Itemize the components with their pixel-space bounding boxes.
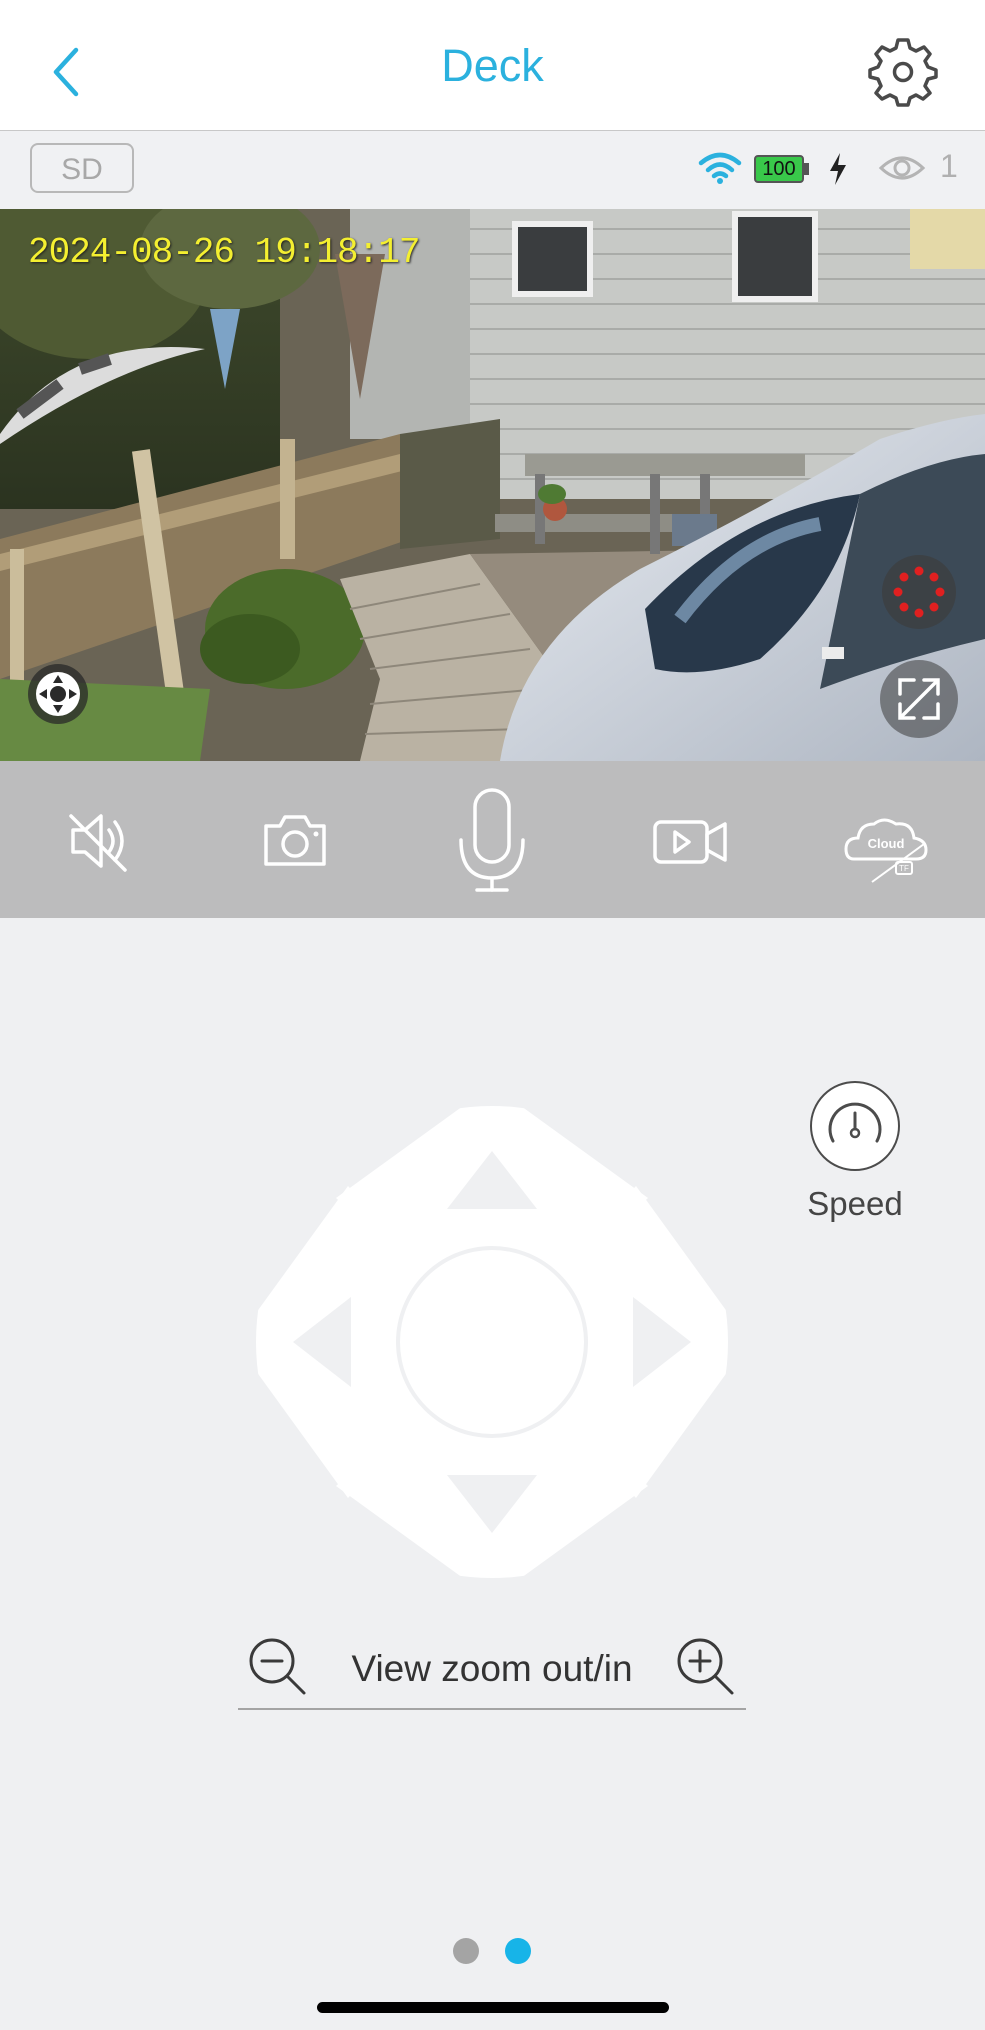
sd-card-badge[interactable]: SD xyxy=(30,143,134,193)
cloud-sub-label: TF xyxy=(899,864,909,873)
video-record-icon xyxy=(653,820,727,864)
record-dots-icon xyxy=(893,566,945,618)
mute-button[interactable] xyxy=(45,786,155,896)
ptz-toggle-button[interactable] xyxy=(28,664,88,724)
talk-button[interactable] xyxy=(437,782,547,897)
battery-level: 100 xyxy=(762,158,796,180)
fullscreen-button[interactable] xyxy=(880,660,958,738)
cloud-storage-button[interactable]: Cloud TF xyxy=(832,786,942,896)
camera-scene xyxy=(0,209,985,761)
speedometer-icon xyxy=(828,1102,882,1143)
zoom-in-button[interactable] xyxy=(674,1635,736,1697)
cloud-label: Cloud xyxy=(867,836,905,851)
page-title: Deck xyxy=(441,40,544,91)
dpad-graphic xyxy=(256,1106,728,1578)
microphone-icon xyxy=(459,788,525,892)
record-status-button[interactable] xyxy=(882,555,956,629)
gear-icon xyxy=(868,38,938,107)
battery-icon: 100 xyxy=(754,155,804,183)
speed-button[interactable] xyxy=(810,1081,900,1171)
page-dot-1[interactable] xyxy=(453,1938,479,1964)
dpad-center[interactable] xyxy=(400,1250,584,1434)
direction-pad xyxy=(255,1105,729,1579)
viewer-count: 1 xyxy=(940,148,958,184)
pan-tilt-icon xyxy=(36,672,80,716)
zoom-control: View zoom out/in xyxy=(238,1635,746,1710)
camera-icon xyxy=(264,815,326,866)
charging-bolt-icon xyxy=(830,153,846,185)
settings-button[interactable] xyxy=(868,38,938,108)
speaker-muted-icon xyxy=(69,814,127,872)
zoom-label: View zoom out/in xyxy=(351,1648,633,1689)
home-indicator xyxy=(317,2002,669,2013)
video-timestamp: 2024-08-26 19:18:17 xyxy=(28,232,420,273)
record-video-button[interactable] xyxy=(635,786,745,896)
snapshot-button[interactable] xyxy=(240,786,350,896)
battery-tip xyxy=(804,163,809,175)
eye-icon xyxy=(878,156,926,180)
wifi-icon xyxy=(698,152,742,184)
speed-label: Speed xyxy=(807,1185,903,1222)
page-dot-2-active[interactable] xyxy=(505,1938,531,1964)
live-video-feed[interactable] xyxy=(0,209,985,761)
expand-icon xyxy=(898,678,940,720)
zoom-in-icon xyxy=(677,1638,734,1695)
